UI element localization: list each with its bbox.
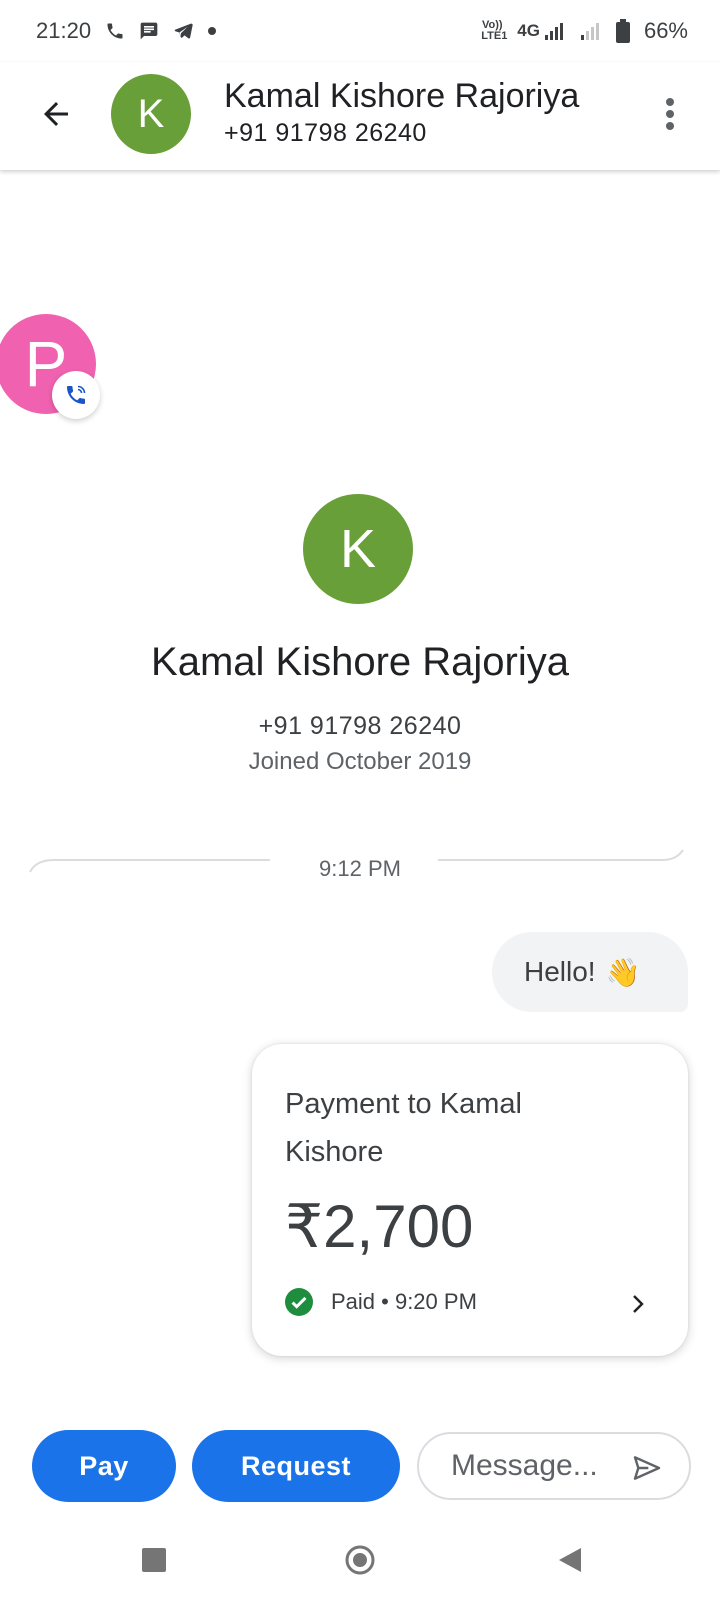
notification-dot-icon xyxy=(207,26,217,36)
profile-name: Kamal Kishore Rajoriya xyxy=(151,640,569,684)
message-icon xyxy=(139,21,159,41)
back-nav-button[interactable] xyxy=(548,1538,592,1582)
message-bubble[interactable]: Hello! 👋 xyxy=(492,932,688,1012)
recents-icon xyxy=(142,1548,166,1572)
payment-amount: ₹2,700 xyxy=(285,1193,474,1260)
home-icon xyxy=(345,1545,375,1575)
time-divider-label: 9:12 PM xyxy=(319,856,401,881)
battery-icon xyxy=(615,19,630,43)
telegram-icon xyxy=(173,21,193,41)
battery-level: 66% xyxy=(643,18,688,43)
system-nav-bar xyxy=(0,1530,720,1600)
payment-status: Paid • 9:20 PM xyxy=(285,1288,477,1316)
pay-button[interactable]: Pay xyxy=(32,1430,176,1502)
waving-hand-emoji: 👋 xyxy=(605,956,641,988)
phone-call-icon xyxy=(67,385,86,404)
check-circle-icon xyxy=(285,1288,313,1316)
time-divider: 9:12 PM xyxy=(28,850,692,890)
volte-label: Vo)) LTE1 xyxy=(481,19,508,42)
back-icon xyxy=(559,1548,581,1572)
message-placeholder: Message... xyxy=(451,1449,598,1482)
message-input[interactable]: Message... xyxy=(417,1432,691,1500)
send-icon[interactable] xyxy=(631,1452,663,1484)
chat-head-call-badge xyxy=(52,371,100,419)
app-bar: K Kamal Kishore Rajoriya +91 91798 26240 xyxy=(0,62,720,170)
header-contact-info[interactable]: Kamal Kishore Rajoriya +91 91798 26240 xyxy=(224,76,579,150)
recents-button[interactable] xyxy=(132,1538,176,1582)
phone-icon xyxy=(105,21,125,41)
back-arrow-icon xyxy=(44,102,68,126)
message-text: Hello! xyxy=(524,956,596,987)
home-button[interactable] xyxy=(338,1538,382,1582)
payment-card[interactable]: Payment to Kamal Kishore ₹2,700 Paid • 9… xyxy=(252,1044,688,1356)
signal-weak-icon xyxy=(580,21,602,41)
profile-joined-date: Joined October 2019 xyxy=(248,748,472,775)
status-time: 21:20 xyxy=(36,18,92,43)
header-contact-name: Kamal Kishore Rajoriya xyxy=(224,77,580,115)
status-bar: 21:20 Vo)) LTE1 4G 66% xyxy=(0,0,720,62)
screen: 21:20 Vo)) LTE1 4G 66% K Kamal Kishore R… xyxy=(0,0,720,1600)
header-avatar[interactable]: K xyxy=(111,74,191,154)
header-contact-phone: +91 91798 26240 xyxy=(224,119,427,147)
status-right: Vo)) LTE1 4G 66% xyxy=(481,18,688,44)
profile-avatar: K xyxy=(303,494,413,604)
network-type: 4G xyxy=(517,21,540,40)
signal-icon xyxy=(544,21,566,41)
more-vert-icon xyxy=(666,98,674,106)
status-left: 21:20 xyxy=(36,18,217,44)
chevron-right-icon xyxy=(633,1295,644,1313)
payment-title: Payment to Kamal Kishore xyxy=(285,1088,522,1168)
request-button[interactable]: Request xyxy=(192,1430,400,1502)
profile-phone: +91 91798 26240 xyxy=(258,712,462,740)
more-options-button[interactable] xyxy=(660,94,680,134)
back-button[interactable] xyxy=(36,94,76,134)
payment-status-text: Paid • 9:20 PM xyxy=(331,1289,477,1314)
